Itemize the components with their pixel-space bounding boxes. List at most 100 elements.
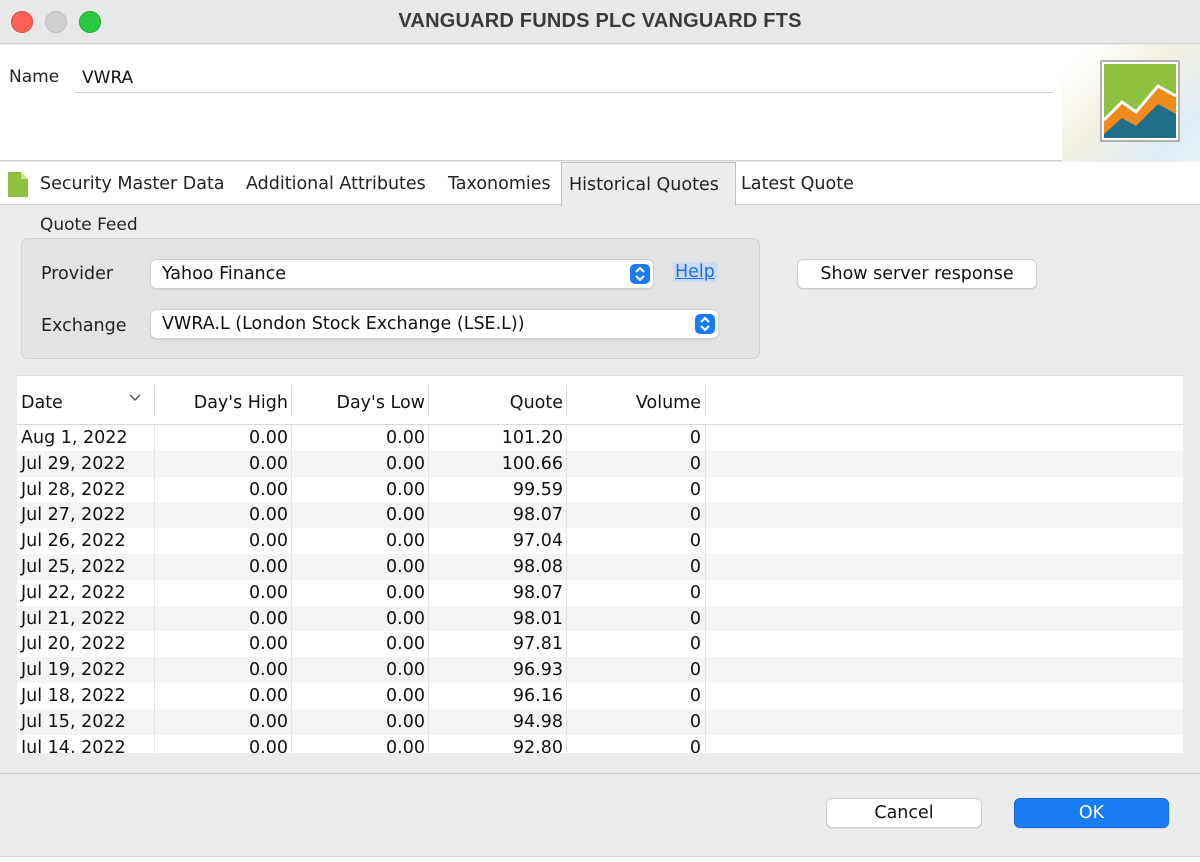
- cell-days-high: 0.00: [249, 505, 288, 526]
- table-row[interactable]: Jul 26, 2022 0.00 0.00 97.04 0: [17, 528, 1183, 554]
- cell-date: Jul 29, 2022: [21, 453, 126, 474]
- window-title: VANGUARD FUNDS PLC VANGUARD FTS: [398, 10, 802, 32]
- cancel-button[interactable]: Cancel: [826, 798, 982, 828]
- table-row[interactable]: Jul 20, 2022 0.00 0.00 97.81 0: [17, 631, 1183, 657]
- cell-days-high: 0.00: [249, 634, 288, 655]
- tab-latest-quote[interactable]: Latest Quote: [737, 162, 858, 205]
- ok-button[interactable]: OK: [1014, 798, 1169, 828]
- cell-days-high: 0.00: [249, 660, 288, 681]
- cell-volume: 0: [689, 428, 701, 448]
- cell-volume: 0: [689, 737, 701, 753]
- table-row[interactable]: Jul 15, 2022 0.00 0.00 94.98 0: [17, 708, 1183, 735]
- cell-volume: 0: [689, 582, 701, 603]
- column-header-volume[interactable]: Volume: [567, 390, 701, 416]
- show-server-response-button[interactable]: Show server response: [797, 259, 1037, 289]
- app-logo: [1062, 45, 1200, 161]
- table-header: Date Day's High Day's Low Quote Volume: [17, 376, 1183, 425]
- cell-date: Jul 19, 2022: [21, 660, 126, 681]
- cell-volume: 0: [689, 557, 701, 577]
- cell-quote: 97.81: [512, 634, 563, 655]
- tab-taxonomies[interactable]: Taxonomies: [444, 162, 555, 205]
- table-row[interactable]: Jul 14, 2022 0.00 0.00 92.80 0: [17, 735, 1183, 753]
- cell-date: Jul 18, 2022: [21, 686, 126, 706]
- cell-date: Jul 26, 2022: [21, 531, 126, 552]
- cell-volume: 0: [689, 634, 701, 655]
- table-row[interactable]: Jul 27, 2022 0.00 0.00 98.07 0: [17, 502, 1183, 529]
- cell-volume: 0: [689, 453, 701, 474]
- cell-quote: 98.07: [512, 505, 563, 526]
- cell-volume: 0: [689, 479, 701, 500]
- cell-quote: 92.80: [512, 737, 563, 753]
- cell-days-low: 0.00: [386, 686, 425, 706]
- cell-days-high: 0.00: [249, 608, 288, 629]
- cell-date: Aug 1, 2022: [21, 428, 128, 448]
- table-row[interactable]: Jul 28, 2022 0.00 0.00 99.59 0: [17, 477, 1183, 503]
- cell-volume: 0: [689, 505, 701, 526]
- column-divider: [154, 425, 155, 753]
- table-row[interactable]: Jul 25, 2022 0.00 0.00 98.08 0: [17, 554, 1183, 580]
- column-header-quote[interactable]: Quote: [429, 390, 563, 416]
- cell-quote: 101.20: [501, 428, 563, 448]
- cell-days-high: 0.00: [249, 711, 288, 732]
- column-header-days-low[interactable]: Day's Low: [292, 390, 425, 416]
- table-row[interactable]: Jul 21, 2022 0.00 0.00 98.01 0: [17, 605, 1183, 632]
- cell-days-low: 0.00: [386, 428, 425, 448]
- table-row[interactable]: Aug 1, 2022 0.00 0.00 101.20 0: [17, 425, 1183, 451]
- cell-quote: 96.16: [512, 686, 563, 706]
- cell-days-low: 0.00: [386, 608, 425, 629]
- cell-days-high: 0.00: [249, 557, 288, 577]
- tab-historical-quotes[interactable]: Historical Quotes: [561, 162, 736, 206]
- cell-quote: 96.93: [512, 660, 563, 681]
- quote-feed-group: [21, 238, 760, 359]
- cell-days-low: 0.00: [386, 582, 425, 603]
- stepper-icon: [695, 314, 715, 334]
- tab-security-master-data[interactable]: Security Master Data: [36, 162, 229, 205]
- tab-bar: Security Master Data Additional Attribut…: [0, 162, 1200, 206]
- cell-days-high: 0.00: [249, 737, 288, 753]
- table-row[interactable]: Jul 19, 2022 0.00 0.00 96.93 0: [17, 657, 1183, 683]
- tab-additional-attributes[interactable]: Additional Attributes: [242, 162, 430, 205]
- cell-days-high: 0.00: [249, 428, 288, 448]
- cell-volume: 0: [689, 686, 701, 706]
- cell-days-low: 0.00: [386, 634, 425, 655]
- cell-quote: 98.08: [512, 557, 563, 577]
- cell-days-high: 0.00: [249, 582, 288, 603]
- name-field[interactable]: [75, 63, 1053, 93]
- column-divider: [291, 425, 292, 753]
- cell-days-high: 0.00: [249, 531, 288, 552]
- column-header-days-high[interactable]: Day's High: [155, 390, 288, 416]
- cell-volume: 0: [689, 711, 701, 732]
- exchange-label: Exchange: [41, 316, 127, 336]
- table-row[interactable]: Jul 29, 2022 0.00 0.00 100.66 0: [17, 450, 1183, 477]
- cell-date: Jul 27, 2022: [21, 505, 126, 526]
- quote-feed-label: Quote Feed: [40, 215, 138, 235]
- column-divider: [566, 425, 567, 753]
- provider-select[interactable]: Yahoo Finance: [150, 259, 654, 289]
- cell-days-low: 0.00: [386, 557, 425, 577]
- app-logo-icon: [1100, 60, 1180, 142]
- cell-volume: 0: [689, 531, 701, 552]
- table-row[interactable]: Jul 22, 2022 0.00 0.00 98.07 0: [17, 580, 1183, 606]
- cell-days-high: 0.00: [249, 453, 288, 474]
- cell-quote: 100.66: [501, 453, 563, 474]
- cell-quote: 98.01: [512, 608, 563, 629]
- cell-days-low: 0.00: [386, 505, 425, 526]
- quotes-table: Date Day's High Day's Low Quote Volume A…: [17, 375, 1183, 753]
- cell-date: Jul 28, 2022: [21, 479, 126, 500]
- table-row[interactable]: Jul 18, 2022 0.00 0.00 96.16 0: [17, 683, 1183, 709]
- cell-volume: 0: [689, 660, 701, 681]
- cell-date: Jul 25, 2022: [21, 557, 126, 577]
- help-link[interactable]: Help: [673, 262, 717, 282]
- header: Name: [0, 45, 1200, 161]
- page-icon: [8, 172, 28, 197]
- column-header-date[interactable]: Date: [21, 390, 63, 416]
- exchange-select[interactable]: VWRA.L (London Stock Exchange (LSE.L)): [150, 309, 719, 339]
- title-bar: VANGUARD FUNDS PLC VANGUARD FTS: [0, 0, 1200, 44]
- cell-quote: 97.04: [512, 531, 563, 552]
- security-dialog: VANGUARD FUNDS PLC VANGUARD FTS Name Sec…: [0, 0, 1200, 862]
- column-divider: [428, 425, 429, 753]
- horizontal-scrollbar[interactable]: [17, 753, 1183, 771]
- chevron-down-icon[interactable]: [128, 393, 142, 403]
- cell-volume: 0: [689, 608, 701, 629]
- cell-date: Jul 14, 2022: [21, 737, 126, 753]
